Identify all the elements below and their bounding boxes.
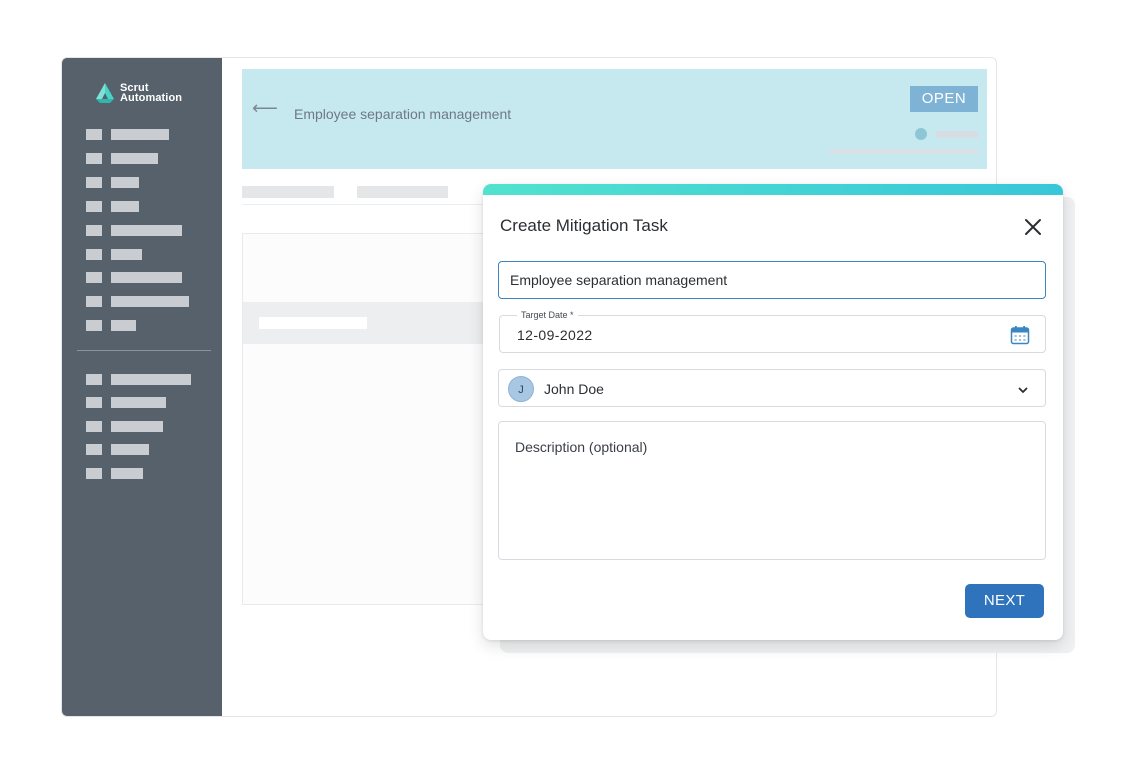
row-placeholder	[259, 317, 367, 329]
nav-icon	[86, 319, 102, 331]
nav-label	[111, 224, 182, 236]
sidebar-item-9[interactable]	[86, 319, 136, 331]
tab-placeholder-1[interactable]	[242, 186, 334, 198]
nav-label	[111, 467, 143, 479]
sidebar-item-12[interactable]	[86, 420, 163, 432]
sidebar: Scrut Automation	[62, 58, 222, 716]
status-badge: OPEN	[910, 86, 978, 112]
modal-title: Create Mitigation Task	[500, 216, 668, 235]
logo-text: Scrut Automation	[120, 83, 183, 104]
nav-icon	[86, 295, 102, 307]
next-button[interactable]: NEXT	[965, 584, 1044, 618]
sidebar-item-1[interactable]	[86, 128, 169, 140]
nav-label	[111, 176, 139, 188]
sidebar-item-5[interactable]	[86, 224, 182, 236]
page-title: Employee separation management	[294, 106, 512, 122]
nav-icon	[86, 396, 102, 408]
target-date-label: Target Date *	[517, 310, 578, 320]
sidebar-item-13[interactable]	[86, 443, 149, 455]
nav-icon	[86, 467, 102, 479]
status-placeholder	[936, 131, 978, 138]
header-banner: ⟵ Employee separation management OPEN	[242, 69, 987, 169]
nav-icon	[86, 224, 102, 236]
nav-icon	[86, 248, 102, 260]
logo: Scrut Automation	[94, 82, 182, 104]
target-date-value: 12-09-2022	[517, 327, 593, 343]
nav-label	[111, 319, 136, 331]
nav-label	[111, 248, 142, 260]
sidebar-divider	[77, 350, 211, 351]
nav-label	[111, 373, 191, 385]
assignee-name: John Doe	[544, 381, 604, 397]
chevron-down-icon[interactable]	[1017, 383, 1029, 401]
nav-icon	[86, 128, 102, 140]
nav-icon	[86, 176, 102, 188]
logo-line2: Automation	[120, 92, 183, 104]
progress-placeholder	[830, 149, 978, 154]
nav-label	[111, 152, 158, 164]
modal-accent-bar	[483, 184, 1063, 195]
task-name-field[interactable]	[498, 261, 1046, 299]
description-placeholder: Description (optional)	[515, 439, 648, 455]
tab-placeholder-2[interactable]	[357, 186, 448, 198]
nav-label	[111, 200, 139, 212]
scrut-logo-icon	[96, 83, 114, 103]
sidebar-item-2[interactable]	[86, 152, 158, 164]
back-arrow-icon[interactable]: ⟵	[252, 98, 278, 119]
nav-label	[111, 271, 182, 283]
sidebar-item-14[interactable]	[86, 467, 143, 479]
nav-icon	[86, 271, 102, 283]
nav-label	[111, 295, 189, 307]
nav-icon	[86, 373, 102, 385]
sidebar-item-8[interactable]	[86, 295, 189, 307]
nav-icon	[86, 420, 102, 432]
status-dot	[915, 128, 927, 140]
calendar-icon[interactable]	[1010, 325, 1030, 350]
close-icon[interactable]	[1023, 217, 1043, 237]
create-mitigation-task-modal: Create Mitigation Task Target Date * 12-…	[483, 184, 1063, 640]
nav-label	[111, 396, 166, 408]
nav-icon	[86, 200, 102, 212]
target-date-field[interactable]: Target Date * 12-09-2022	[499, 310, 1046, 353]
description-textarea[interactable]: Description (optional)	[498, 421, 1046, 560]
nav-label	[111, 443, 149, 455]
sidebar-item-11[interactable]	[86, 396, 166, 408]
sidebar-item-7[interactable]	[86, 271, 182, 283]
sidebar-item-4[interactable]	[86, 200, 139, 212]
nav-icon	[86, 152, 102, 164]
sidebar-item-6[interactable]	[86, 248, 142, 260]
nav-icon	[86, 443, 102, 455]
sidebar-item-3[interactable]	[86, 176, 139, 188]
nav-label	[111, 420, 163, 432]
avatar: J	[508, 376, 534, 402]
nav-label	[111, 128, 169, 140]
task-name-input[interactable]	[499, 262, 1045, 298]
assignee-select[interactable]: J John Doe	[498, 369, 1046, 407]
sidebar-item-10[interactable]	[86, 373, 191, 385]
